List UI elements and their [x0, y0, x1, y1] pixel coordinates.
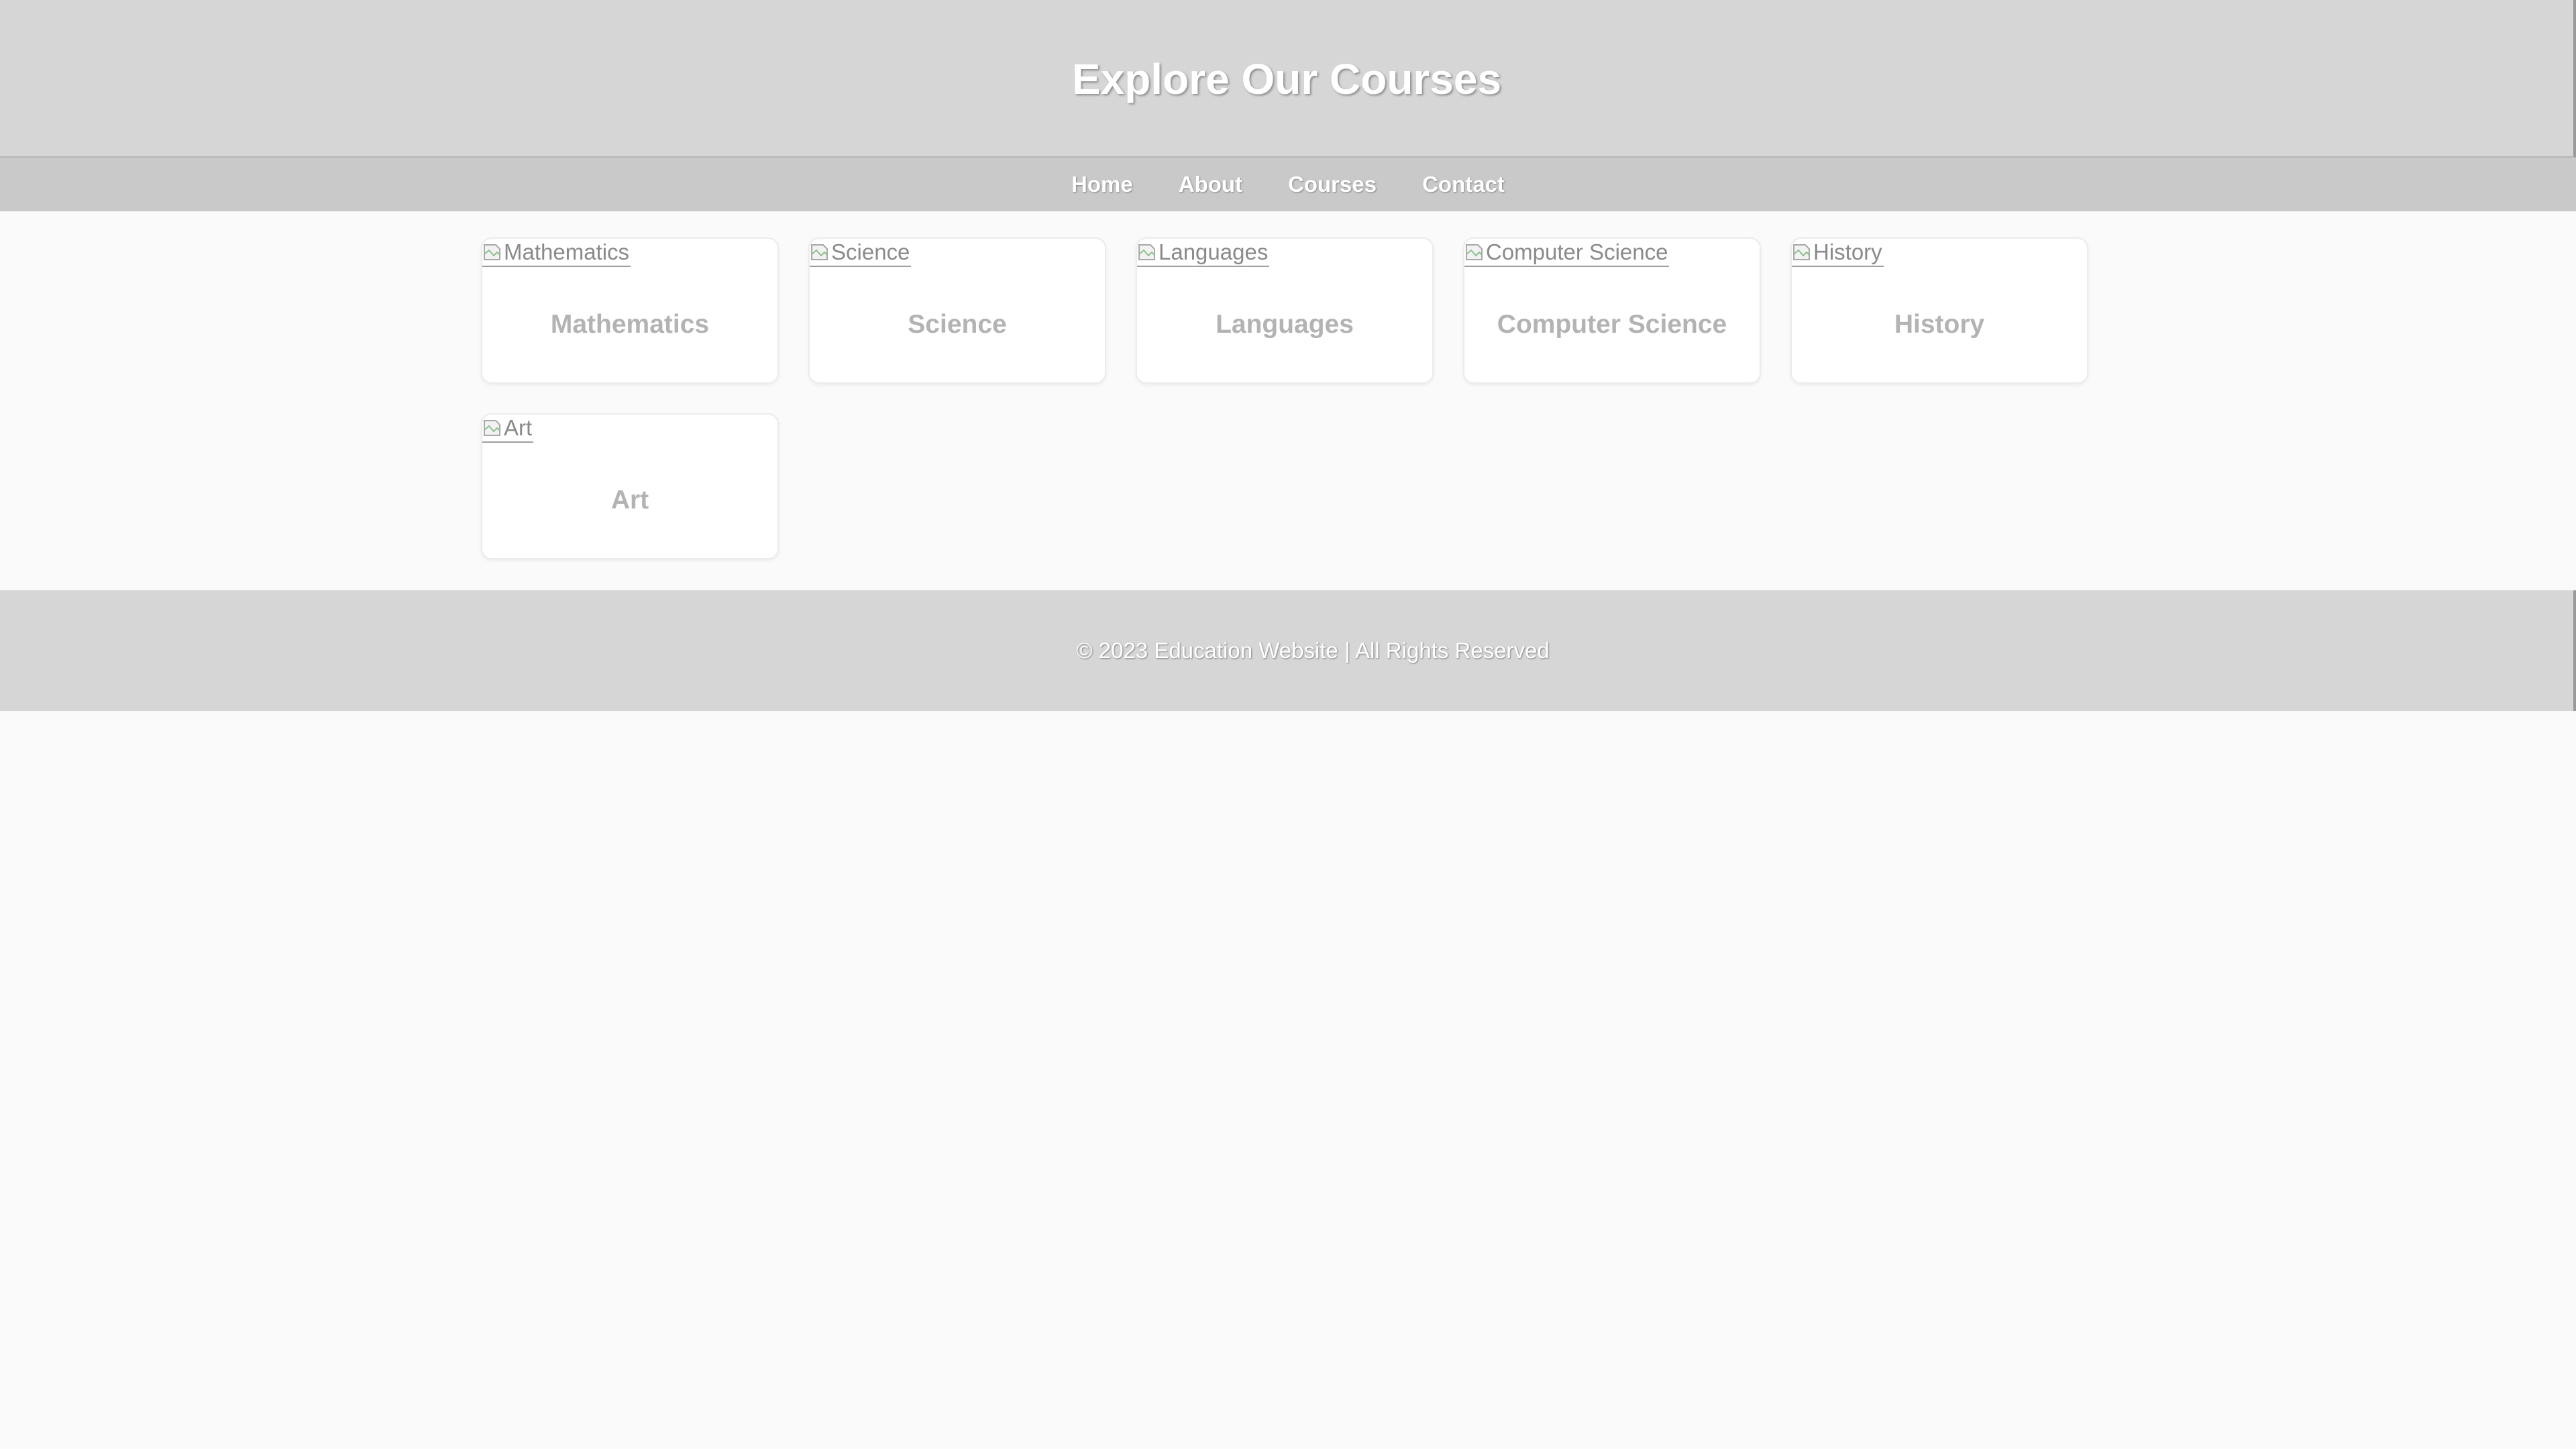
- site-header: Explore Our Courses: [0, 0, 2576, 158]
- course-card-science[interactable]: Science Science: [808, 237, 1106, 384]
- course-title: Science: [908, 310, 1007, 339]
- course-title: Mathematics: [550, 310, 710, 339]
- course-image-alt: Art: [504, 415, 533, 440]
- broken-image-icon: [1137, 242, 1157, 262]
- broken-image-icon: [482, 418, 502, 438]
- course-title: Art: [610, 486, 649, 515]
- course-image: Mathematics: [482, 239, 631, 267]
- course-card-art[interactable]: Art Art: [481, 413, 779, 559]
- course-image-alt: Mathematics: [504, 239, 630, 264]
- course-image: History: [1792, 239, 1884, 267]
- course-card-computer-science[interactable]: Computer Science Computer Science: [1463, 237, 1761, 384]
- broken-image-icon: [1464, 242, 1485, 262]
- course-image: Art: [482, 415, 534, 443]
- course-image: Computer Science: [1464, 239, 1670, 267]
- course-card-languages[interactable]: Languages Languages: [1136, 237, 1434, 384]
- course-card-history[interactable]: History History: [1790, 237, 2088, 384]
- broken-image-icon: [482, 242, 502, 262]
- course-image: Science: [810, 239, 912, 267]
- course-image-alt: Computer Science: [1486, 239, 1668, 264]
- course-image-alt: Science: [831, 239, 910, 264]
- main-nav: Home About Courses Contact: [0, 158, 2576, 211]
- broken-image-icon: [810, 242, 830, 262]
- course-title: History: [1894, 310, 1985, 339]
- course-title: Languages: [1216, 310, 1354, 339]
- nav-link-home[interactable]: Home: [1049, 158, 1156, 211]
- course-image: Languages: [1137, 239, 1270, 267]
- course-title: Computer Science: [1497, 310, 1727, 339]
- page-title: Explore Our Courses: [1071, 55, 1502, 103]
- nav-link-courses[interactable]: Courses: [1265, 158, 1399, 211]
- nav-link-about[interactable]: About: [1156, 158, 1265, 211]
- course-image-alt: Languages: [1159, 239, 1269, 264]
- site-footer: © 2023 Education Website | All Rights Re…: [0, 590, 2576, 711]
- course-card-mathematics[interactable]: Mathematics Mathematics: [481, 237, 779, 384]
- copyright-text: © 2023 Education Website | All Rights Re…: [1076, 638, 1550, 663]
- broken-image-icon: [1792, 242, 1812, 262]
- nav-link-contact[interactable]: Contact: [1399, 158, 1527, 211]
- course-image-alt: History: [1813, 239, 1882, 264]
